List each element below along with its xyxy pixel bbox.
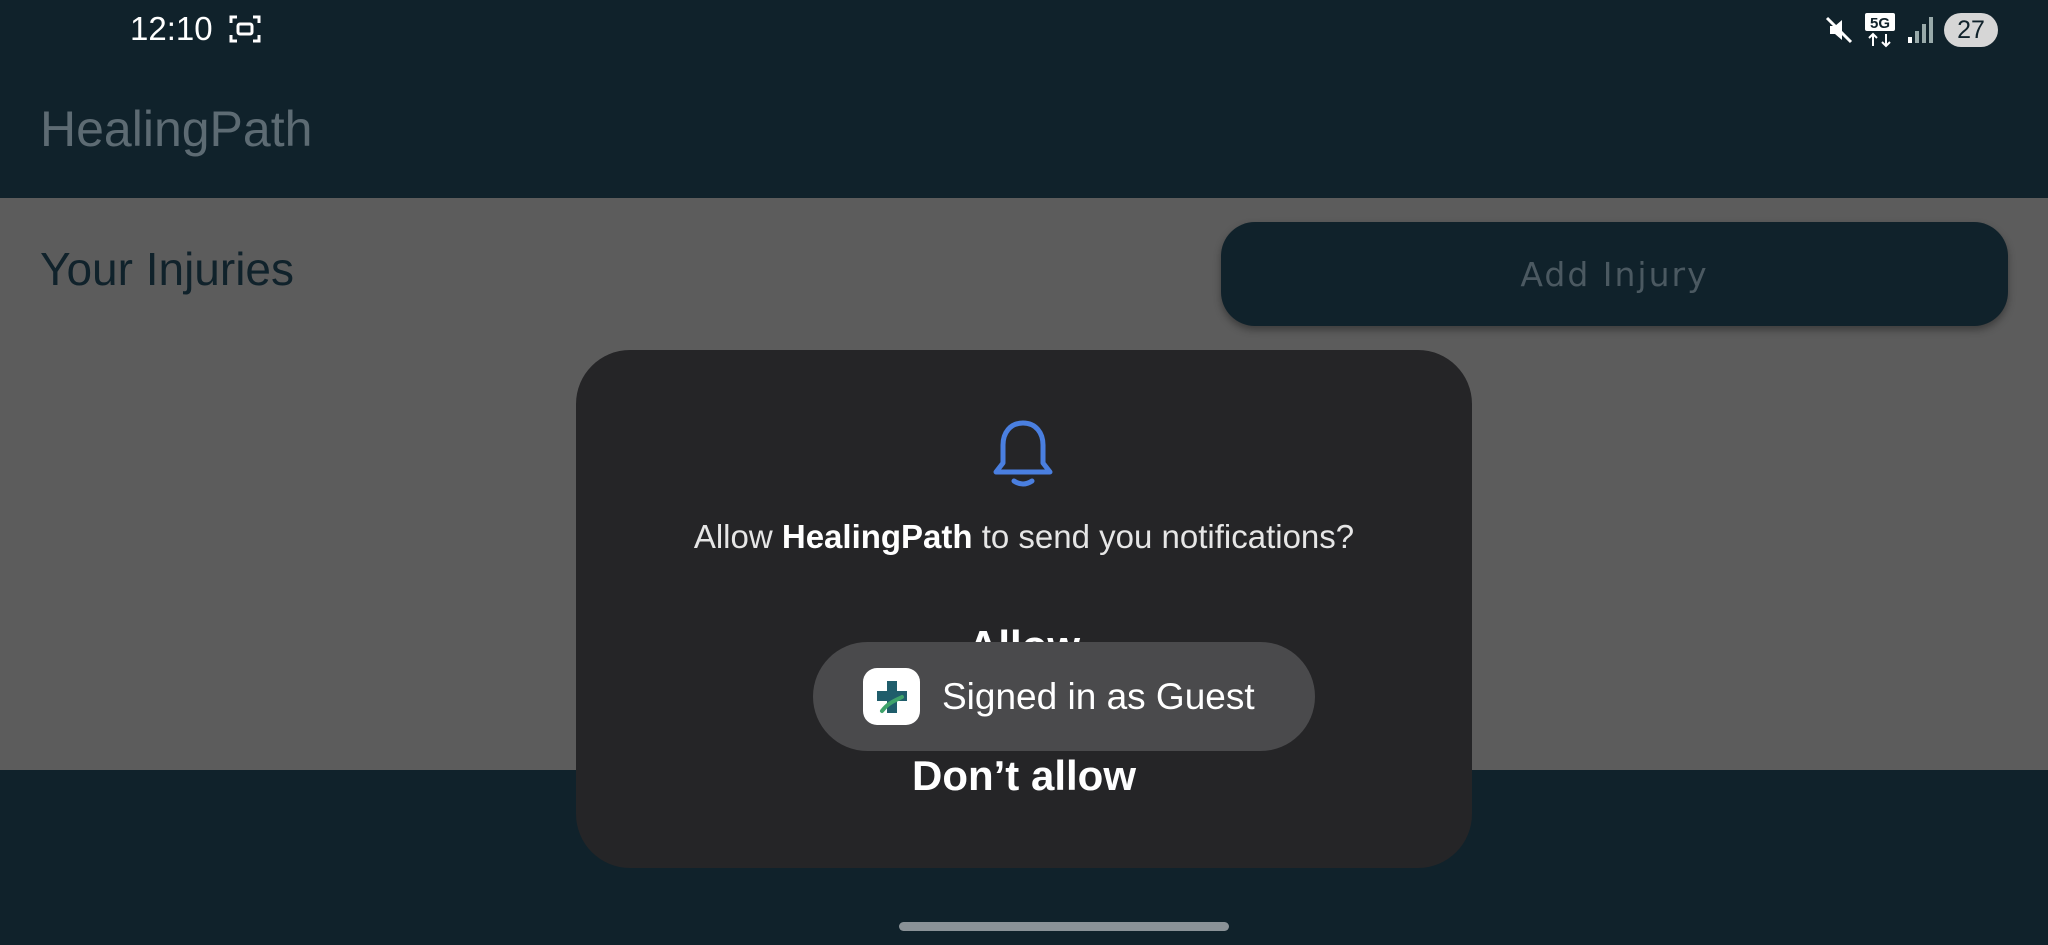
home-indicator[interactable] [899, 922, 1229, 931]
dialog-message-prefix: Allow [693, 518, 782, 555]
status-time: 12:10 [130, 10, 213, 47]
app-title: HealingPath [40, 101, 313, 157]
status-icons: 5G 27 [1824, 10, 1998, 50]
dont-allow-button[interactable]: Don’t allow [576, 752, 1472, 800]
svg-text:5G: 5G [1870, 15, 1890, 32]
signed-in-toast: Signed in as Guest [813, 642, 1315, 751]
5g-icon: 5G [1865, 13, 1895, 48]
bell-icon [993, 420, 1053, 487]
battery-level: 27 [1957, 15, 1985, 44]
dialog-message-app: HealingPath [781, 518, 973, 555]
dialog-message: Allow HealingPath to send you notificati… [576, 518, 1472, 556]
add-injury-label: Add Injury [1520, 254, 1709, 294]
dialog-message-suffix: to send you notifications? [972, 518, 1355, 555]
status-bar: 12:10 5G 27 [0, 0, 2048, 60]
app-bar: HealingPath [0, 60, 2048, 198]
screenshot-icon [229, 15, 261, 43]
add-injury-button[interactable]: Add Injury [1221, 222, 2008, 326]
signal-icon [1908, 17, 1933, 43]
section-title: Your Injuries [40, 243, 295, 295]
medical-cross-icon [876, 680, 907, 713]
mute-icon [1825, 16, 1853, 44]
toast-text: Signed in as Guest [942, 675, 1255, 717]
battery-icon: 27 [1944, 13, 1998, 47]
app-icon [863, 668, 920, 725]
